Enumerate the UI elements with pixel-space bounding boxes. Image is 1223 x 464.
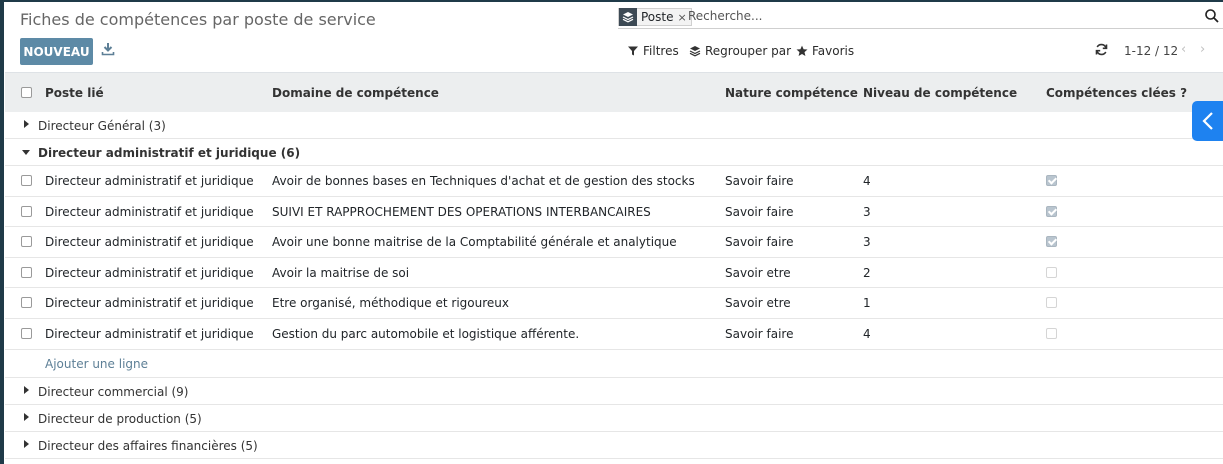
- filters-button[interactable]: Filtres: [627, 44, 679, 58]
- cell-nature: Savoir faire: [725, 235, 794, 250]
- cell-nature: Savoir etre: [725, 265, 791, 280]
- cell-niveau: 4: [863, 174, 871, 188]
- facet-label: Poste: [641, 10, 674, 24]
- layers-icon: [689, 46, 701, 57]
- window-frame-left: [0, 0, 4, 464]
- caret-right-icon: [24, 385, 29, 394]
- table-row[interactable]: Directeur administratif et juridique Avo…: [5, 227, 1223, 258]
- group-row-directeur-production[interactable]: Directeur de production (5): [5, 405, 1223, 432]
- group-label: Directeur de production (5): [38, 411, 202, 426]
- cell-niveau: 4: [863, 326, 871, 341]
- row-select-checkbox[interactable]: [21, 175, 32, 186]
- key-competence-checkbox: [1046, 266, 1057, 278]
- row-select-checkbox[interactable]: [21, 327, 32, 339]
- table-header: Poste lié Domaine de compétence Nature c…: [5, 72, 1223, 112]
- download-icon[interactable]: [101, 42, 115, 56]
- cell-domaine: SUIVI ET RAPPROCHEMENT DES OPERATIONS IN…: [272, 204, 651, 219]
- caret-down-icon: [22, 150, 30, 155]
- search-bar[interactable]: Poste ×: [618, 7, 1223, 29]
- cell-nature: Savoir faire: [725, 204, 794, 219]
- cell-poste: Directeur administratif et juridique: [45, 326, 254, 341]
- key-competence-checkbox: [1046, 297, 1057, 309]
- cell-poste: Directeur administratif et juridique: [45, 296, 254, 311]
- side-panel-toggle[interactable]: [1192, 101, 1223, 141]
- pager-previous-button[interactable]: ‹: [1181, 42, 1186, 57]
- cell-poste: Directeur administratif et juridique: [45, 174, 254, 188]
- column-header-domaine[interactable]: Domaine de compétence: [272, 86, 439, 100]
- table-row[interactable]: Directeur administratif et juridique Ges…: [5, 319, 1223, 350]
- group-by-label: Regrouper par: [705, 44, 792, 58]
- pager-range[interactable]: 1-12 / 12: [1124, 44, 1178, 58]
- row-select-checkbox[interactable]: [21, 205, 32, 217]
- table-row[interactable]: Directeur administratif et juridique Etr…: [5, 288, 1223, 319]
- column-header-nature[interactable]: Nature compétence: [725, 86, 858, 100]
- window-frame-top: [0, 0, 1223, 2]
- add-line-link[interactable]: Ajouter une ligne: [45, 357, 148, 371]
- cell-nature: Savoir etre: [725, 296, 791, 311]
- row-select-checkbox[interactable]: [21, 266, 32, 278]
- favorites-label: Favoris: [812, 44, 855, 58]
- group-label: Directeur Général (3): [38, 119, 166, 133]
- group-row-directeur-affaires-financieres[interactable]: Directeur des affaires financières (5): [5, 432, 1223, 459]
- cell-niveau: 3: [863, 235, 871, 250]
- select-all-checkbox[interactable]: [21, 87, 32, 98]
- search-input[interactable]: [688, 9, 1188, 23]
- cell-domaine: Gestion du parc automobile et logistique…: [272, 326, 580, 341]
- row-select-checkbox[interactable]: [21, 236, 32, 248]
- column-header-niveau[interactable]: Niveau de compétence: [863, 86, 1017, 100]
- key-competence-checkbox: [1046, 205, 1057, 217]
- row-select-checkbox[interactable]: [21, 297, 32, 309]
- cell-niveau: 3: [863, 204, 871, 219]
- pager-next-button[interactable]: ›: [1200, 42, 1205, 57]
- add-line-row: Ajouter une ligne: [5, 350, 1223, 378]
- cell-poste: Directeur administratif et juridique: [45, 265, 254, 280]
- competence-list: Poste lié Domaine de compétence Nature c…: [5, 72, 1223, 459]
- group-label: Directeur des affaires financières (5): [38, 438, 258, 453]
- search-icon[interactable]: [1204, 8, 1220, 24]
- group-row-directeur-commercial[interactable]: Directeur commercial (9): [5, 378, 1223, 405]
- group-label: Directeur commercial (9): [38, 384, 189, 399]
- caret-right-icon: [24, 439, 29, 448]
- key-competence-checkbox: [1046, 236, 1057, 248]
- cell-niveau: 2: [863, 265, 871, 280]
- filter-icon: [628, 46, 638, 56]
- cell-domaine: Etre organisé, méthodique et rigoureux: [272, 296, 509, 311]
- refresh-icon[interactable]: [1095, 43, 1108, 56]
- favorites-button[interactable]: Favoris: [796, 44, 854, 58]
- filters-label: Filtres: [643, 44, 679, 58]
- caret-right-icon: [24, 120, 29, 128]
- new-button[interactable]: NOUVEAU: [20, 38, 93, 65]
- cell-domaine: Avoir de bonnes bases en Techniques d'ac…: [272, 174, 695, 188]
- cell-nature: Savoir faire: [725, 326, 794, 341]
- table-row[interactable]: Directeur administratif et juridique SUI…: [5, 197, 1223, 228]
- column-header-poste[interactable]: Poste lié: [45, 86, 104, 100]
- page-title: Fiches de compétences par poste de servi…: [20, 10, 376, 29]
- column-header-cle[interactable]: Compétences clées ?: [1046, 86, 1187, 100]
- cell-nature: Savoir faire: [725, 174, 794, 188]
- caret-right-icon: [24, 412, 29, 421]
- star-icon: [796, 45, 808, 56]
- search-facet-poste[interactable]: Poste ×: [618, 8, 692, 26]
- cell-poste: Directeur administratif et juridique: [45, 235, 254, 250]
- group-row-directeur-general[interactable]: Directeur Général (3): [5, 112, 1223, 139]
- group-row-directeur-administratif[interactable]: Directeur administratif et juridique (6): [5, 139, 1223, 166]
- cell-poste: Directeur administratif et juridique: [45, 204, 254, 219]
- group-by-button[interactable]: Regrouper par: [689, 44, 791, 58]
- chevron-left-icon: [1201, 112, 1213, 130]
- table-row[interactable]: Directeur administratif et juridique Avo…: [5, 258, 1223, 289]
- group-label: Directeur administratif et juridique (6): [38, 146, 301, 160]
- key-competence-checkbox: [1046, 175, 1057, 186]
- cell-domaine: Avoir une bonne maitrise de la Comptabil…: [272, 235, 677, 250]
- table-row[interactable]: Directeur administratif et juridique Avo…: [5, 166, 1223, 197]
- cell-domaine: Avoir la maitrise de soi: [272, 265, 410, 280]
- key-competence-checkbox: [1046, 327, 1057, 339]
- cell-niveau: 1: [863, 296, 871, 311]
- layers-icon: [619, 8, 637, 26]
